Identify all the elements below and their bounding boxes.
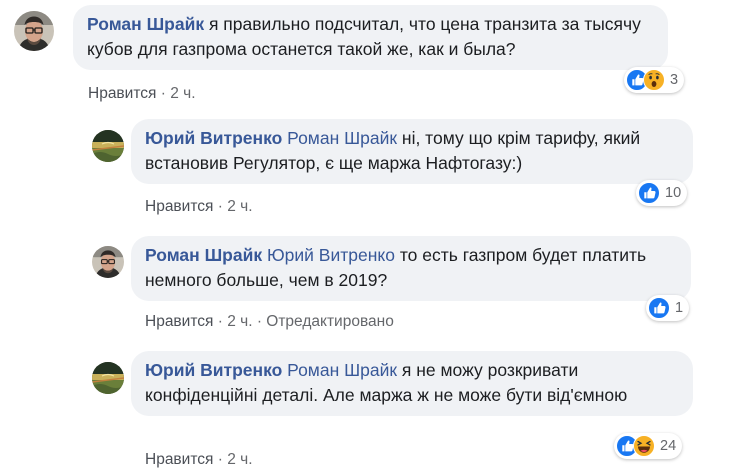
separator-dot: · xyxy=(160,85,171,102)
timestamp[interactable]: 2 ч. xyxy=(227,451,252,468)
avatar[interactable] xyxy=(92,246,124,278)
like-button[interactable]: Нравится xyxy=(145,451,213,468)
like-button[interactable]: Нравится xyxy=(145,313,213,330)
mention-link[interactable]: Роман Шрайк xyxy=(287,128,397,148)
comment-bubble: Юрий Витренко Роман Шрайк я не можу розк… xyxy=(131,351,693,416)
like-icon xyxy=(638,182,660,204)
comment-author[interactable]: Юрий Витренко xyxy=(145,128,282,148)
comment-actions: Нравится · 2 ч. · Отредактировано xyxy=(145,313,394,331)
avatar[interactable] xyxy=(92,130,124,162)
separator-dot: · xyxy=(217,313,228,330)
comment-actions: Нравится · 2 ч. xyxy=(88,85,196,103)
comment-bubble: Юрий Витренко Роман Шрайк ні, тому що кр… xyxy=(131,119,693,184)
timestamp[interactable]: 2 ч. xyxy=(227,313,252,330)
timestamp[interactable]: 2 ч. xyxy=(170,85,195,102)
reaction-summary[interactable]: 24 xyxy=(614,433,683,459)
wow-icon xyxy=(643,69,665,91)
like-icon xyxy=(648,297,670,319)
separator-dot: · xyxy=(256,313,267,330)
comment-actions: Нравится · 2 ч. xyxy=(145,451,253,469)
avatar[interactable] xyxy=(14,11,54,51)
edited-label[interactable]: Отредактировано xyxy=(266,313,394,330)
separator-dot: · xyxy=(217,198,228,215)
mention-link[interactable]: Юрий Витренко xyxy=(267,245,395,265)
reaction-summary[interactable]: 10 xyxy=(636,180,688,206)
comment-author[interactable]: Роман Шрайк xyxy=(145,245,262,265)
separator-dot: · xyxy=(217,451,228,468)
like-button[interactable]: Нравится xyxy=(145,198,213,215)
reaction-count: 24 xyxy=(660,438,677,454)
comment-bubble: Роман Шрайк я правильно подсчитал, что ц… xyxy=(73,5,668,70)
comment-author[interactable]: Юрий Витренко xyxy=(145,360,282,380)
reaction-count: 3 xyxy=(670,72,679,88)
comment-author[interactable]: Роман Шрайк xyxy=(87,14,204,34)
comment-bubble: Роман Шрайк Юрий Витренко то есть газпро… xyxy=(131,236,691,301)
avatar[interactable] xyxy=(92,362,124,394)
timestamp[interactable]: 2 ч. xyxy=(227,198,252,215)
reaction-summary[interactable]: 3 xyxy=(624,67,685,93)
comment-actions: Нравится · 2 ч. xyxy=(145,198,253,216)
reaction-summary[interactable]: 1 xyxy=(646,295,690,321)
haha-icon xyxy=(633,435,655,457)
like-button[interactable]: Нравится xyxy=(88,85,156,102)
reaction-count: 10 xyxy=(665,185,682,201)
mention-link[interactable]: Роман Шрайк xyxy=(287,360,397,380)
reaction-count: 1 xyxy=(675,300,684,316)
